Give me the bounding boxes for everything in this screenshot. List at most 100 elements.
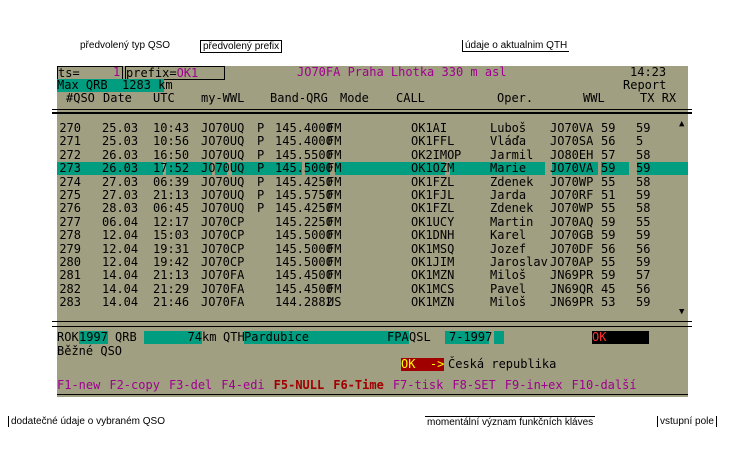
my-wwl: JO70UQ (201, 161, 245, 176)
frequency: 145.5000 (275, 228, 333, 243)
wwl: JO70SA (550, 134, 594, 149)
mode: FM (327, 174, 342, 189)
date: 14.04 (102, 295, 139, 310)
qso-number: 275 (59, 188, 81, 202)
table-row[interactable]: 280 12.04 19:42 JO70CP 145.5000 FM OK1JIM Jaros… (57, 256, 688, 269)
table-row[interactable]: 271 25.03 10:56 JO70UQ P 145.4000 FM OK1FFL Vláď… (57, 135, 688, 148)
my-wwl: JO70CP (201, 214, 245, 229)
annotation-default-prefix: předvolený prefix (200, 40, 283, 53)
table-row[interactable]: 282 14.04 21:29 JO70FA 145.4500 FM OK1MCS Pavel… (57, 281, 688, 296)
tx-report: 51 (601, 188, 616, 202)
wwl: JO70AP (550, 255, 594, 269)
qsl-field[interactable]: 7-1997 (445, 331, 492, 344)
frequency: 145.5500 (275, 147, 333, 162)
qth-field[interactable]: Pardubice (244, 331, 409, 344)
rx-report: 59 (636, 161, 651, 176)
my-wwl: JO70UQ (201, 121, 245, 135)
fkey-3[interactable]: F3-del (169, 379, 212, 394)
my-wwl: JO70CP (201, 241, 245, 256)
col-call: CALL (396, 91, 425, 105)
operator: Pavel (490, 281, 527, 296)
date: 14.04 (102, 268, 139, 283)
table-row[interactable]: 283 14.04 21:46 JO70FA 144.2882 US OK1MZN Miloš… (57, 296, 688, 309)
table-row[interactable]: 277 06.04 12:17 JO70CP 145.2250 FM OK1UCY Marti… (57, 214, 688, 229)
fkey-9[interactable]: F9-in+ex (505, 379, 563, 394)
table-row[interactable]: 273 26.03 17:52 JO70UQ P 145.5000 FM OK1OZM Mari… (57, 161, 688, 176)
fkey-7[interactable]: F7-tisk (393, 379, 444, 394)
table-row[interactable]: 281 14.04 21:13 JO70FA 145.4500 FM OK1MZN Miloš… (57, 269, 688, 282)
tx-report: 59 (601, 161, 616, 176)
table-row[interactable]: 278 12.04 15:03 JO70CP 145.5000 FM OK1DNH Karel… (57, 229, 688, 242)
utc: 21:29 (153, 281, 190, 296)
my-wwl: JO70FA (201, 268, 245, 283)
fkey-5[interactable]: F5-NULL (274, 379, 325, 394)
frequency: 145.4250 (275, 174, 333, 189)
table-row[interactable]: 270 25.03 10:43 JO70UQ P 145.4000 FM OK1AI Luboš… (57, 122, 688, 135)
operator: Jozef (490, 241, 527, 256)
table-row[interactable]: 275 27.03 21:13 JO70UQ P 145.5750 FM OK1FJL Jard… (57, 189, 688, 202)
operator: Luboš (490, 121, 527, 135)
mode: FM (327, 188, 342, 202)
operator: Jarda (490, 188, 527, 202)
col-qso: #QSO (66, 91, 95, 105)
fkey-6[interactable]: F6-Time (333, 379, 384, 394)
frequency: 145.4500 (275, 268, 333, 283)
qso-number: 274 (59, 174, 81, 189)
operator: Jarmil (490, 147, 534, 162)
rx-report: 59 (636, 188, 651, 202)
table-row[interactable]: 274 27.03 06:39 JO70UQ P 145.4250 FM OK1FZL Zden… (57, 174, 688, 189)
operator: Zdenek (490, 174, 534, 189)
qrb-field[interactable]: 74 (144, 331, 202, 344)
my-wwl: JO70CP (201, 255, 245, 269)
portable-flag: P (257, 147, 265, 162)
utc: 21:13 (153, 188, 190, 202)
rx-report: 59 (636, 228, 651, 243)
fkey-8[interactable]: F8-SET (452, 379, 495, 394)
mode: FM (327, 121, 342, 135)
my-wwl: JO70UQ (201, 147, 245, 162)
call-flag: P (454, 147, 462, 162)
date: 12.04 (102, 228, 139, 243)
col-oper: Oper. (497, 91, 534, 105)
table-row[interactable]: 276 28.03 06:45 JO70UQ P 145.4250 FM OK1FZL Zden… (57, 202, 688, 215)
date: 06.04 (102, 214, 139, 229)
table-row[interactable]: 279 12.04 19:31 JO70CP 145.5000 FM OK1MSQ Jozef… (57, 241, 688, 256)
tx-report: 59 (601, 228, 616, 243)
utc: 21:46 (153, 295, 190, 310)
fkey-10[interactable]: F10-další (572, 379, 637, 394)
portable-flag: P (257, 188, 265, 202)
qso-number: 272 (59, 147, 81, 162)
table-row[interactable]: 272 26.03 16:50 JO70UQ P 145.5500 FM OK2IMO P Jar… (57, 147, 688, 162)
call: OK1MZN (411, 295, 455, 310)
operator: Karel (490, 228, 527, 243)
call: OK1FZL (411, 201, 455, 216)
country-name: Česká republika (448, 357, 557, 371)
operator: Jaroslav (490, 255, 548, 269)
qso-number: 270 (59, 121, 81, 135)
terminal-window: ts= 1 prefix=OK1 JO70FA Praha Lhotka 330… (52, 66, 692, 397)
fkey-4[interactable]: F4-edi (221, 379, 264, 394)
qso-number: 276 (59, 201, 81, 216)
my-wwl: JO70UQ (201, 134, 245, 149)
operator: Vláďa (490, 134, 527, 149)
wwl: JO70WP (550, 174, 594, 189)
call: OK1OZM (411, 161, 455, 176)
extra-field[interactable] (494, 331, 504, 344)
fkey-1[interactable]: F1-new (57, 379, 100, 394)
call: OK1FJL (411, 188, 455, 202)
tx-report: 55 (601, 174, 616, 189)
rok-field[interactable]: 1997 (79, 331, 108, 344)
mode: FM (327, 255, 342, 269)
call: OK1AI (411, 121, 448, 135)
annotation-fkeys: momentální význam funkčních kláves (425, 416, 596, 428)
prefix-value: OK1 (176, 66, 199, 80)
tx-report: 59 (601, 268, 616, 283)
qso-number: 279 (59, 241, 81, 256)
wwl: JO70GB (550, 228, 594, 243)
frequency: 145.5000 (275, 161, 333, 176)
input-field[interactable]: OK (592, 331, 649, 344)
wwl: JN69PR (550, 295, 594, 310)
rx-report: 57 (636, 268, 651, 283)
fkey-2[interactable]: F2-copy (109, 379, 160, 394)
tx-report: 59 (601, 121, 616, 135)
